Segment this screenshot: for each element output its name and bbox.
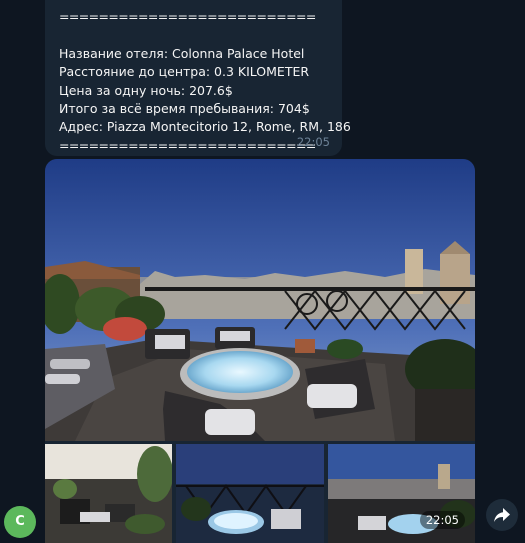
- message-time: 22:05: [296, 134, 330, 149]
- album-photo-jacuzzi-dusk[interactable]: [176, 444, 324, 543]
- separator-bottom: ==========================: [59, 137, 316, 153]
- hotel-name-line: Название отеля: Colonna Palace Hotel: [59, 45, 305, 61]
- photo-album: 22:05: [45, 159, 475, 543]
- address-line: Адрес: Piazza Montecitorio 12, Rome, RM,…: [59, 119, 351, 135]
- hotel-rooftop-photo[interactable]: [45, 159, 475, 441]
- separator-top: ==========================: [59, 9, 316, 24]
- message-bubble: ========================== Название отел…: [45, 0, 351, 156]
- share-arrow-icon: [494, 508, 510, 522]
- sender-avatar[interactable]: C: [4, 506, 36, 538]
- distance-line: Расстояние до центра: 0.3 KILOMETER: [59, 64, 310, 80]
- album-photo-terrace-day[interactable]: [45, 444, 172, 543]
- album-time: 22:05: [419, 511, 465, 529]
- price-line: Цена за одну ночь: 207.6$: [59, 82, 233, 98]
- share-button[interactable]: [486, 499, 518, 531]
- total-line: Итого за всё время пребывания: 704$: [59, 101, 310, 117]
